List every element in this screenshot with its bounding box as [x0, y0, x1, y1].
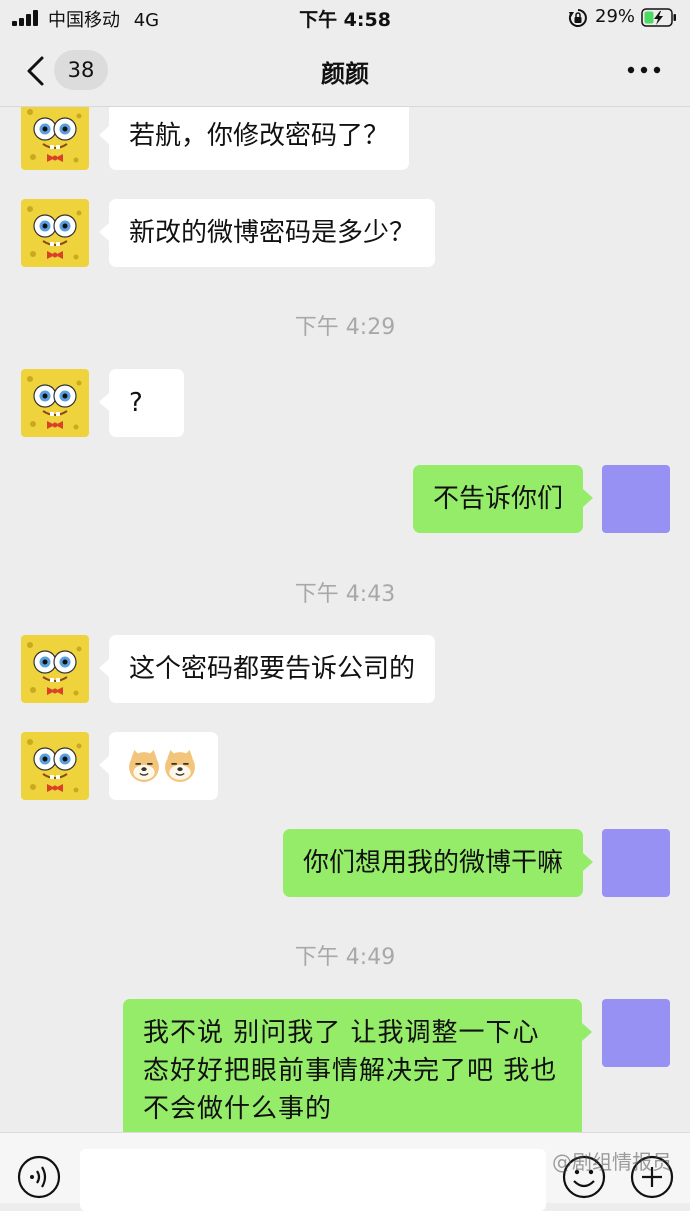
incoming-message-bubble[interactable]: 新改的微博密码是多少？ — [98, 199, 436, 267]
more-icon[interactable] — [624, 60, 664, 80]
outgoing-message-bubble[interactable]: 你们想用我的微博干嘛 — [282, 829, 594, 897]
doge-emoji-icon — [128, 750, 160, 782]
self-avatar[interactable] — [602, 829, 670, 897]
battery-percent: 29% — [595, 6, 636, 27]
chat-title: 颜颜 — [321, 60, 369, 88]
message-timestamp: 下午 4:49 — [294, 945, 396, 970]
orientation-lock-icon — [568, 9, 587, 27]
contact-avatar[interactable] — [21, 107, 89, 170]
incoming-message-bubble[interactable]: 这个密码都要告诉公司的 — [98, 635, 436, 703]
incoming-message-bubble[interactable]: ? — [99, 369, 184, 437]
watermark: @剧组情报员 — [552, 1150, 672, 1174]
self-avatar[interactable] — [602, 999, 670, 1067]
incoming-message-bubble[interactable]: 若航，你修改密码了？ — [98, 107, 410, 170]
message-timestamp: 下午 4:43 — [294, 582, 396, 607]
self-avatar[interactable] — [602, 465, 670, 533]
incoming-emoji-bubble[interactable] — [99, 732, 218, 800]
outgoing-message-bubble[interactable]: 我不说 别问我了 让我调整一下心态好好把眼前事情解决完了吧 我也不会做什么事的 — [123, 999, 592, 1132]
chat-header: 38 颜颜 — [0, 40, 690, 107]
doge-emoji-icon — [164, 750, 196, 782]
contact-avatar[interactable] — [21, 732, 89, 800]
voice-icon[interactable] — [17, 1155, 61, 1199]
battery-charging-icon — [641, 8, 676, 27]
outgoing-message-bubble[interactable]: 不告诉你们 — [412, 465, 594, 533]
message-list[interactable]: 若航，你修改密码了？ 新改的微博密码是多少？ 下午 4:29 ? 不告诉你们 下… — [0, 107, 690, 1132]
status-bar: 中国移动 4G 下午 4:58 29% — [0, 0, 690, 36]
message-timestamp: 下午 4:29 — [294, 315, 396, 340]
contact-avatar[interactable] — [21, 635, 89, 703]
contact-avatar[interactable] — [21, 369, 89, 437]
contact-avatar[interactable] — [21, 199, 89, 267]
